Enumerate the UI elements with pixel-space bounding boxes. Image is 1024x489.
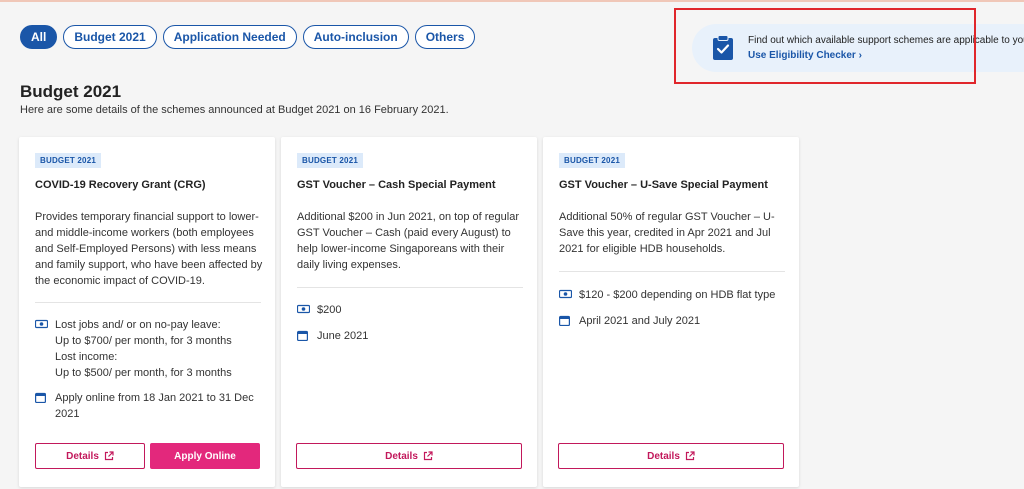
details-button[interactable]: Details bbox=[35, 443, 145, 469]
calendar-icon bbox=[559, 313, 579, 331]
details-label: Details bbox=[647, 450, 680, 462]
card-description: Additional 50% of regular GST Voucher – … bbox=[559, 211, 775, 255]
eligibility-text: Find out which available support schemes… bbox=[748, 35, 1024, 46]
scheme-card-crg: BUDGET 2021 COVID-19 Recovery Grant (CRG… bbox=[19, 137, 275, 487]
date-row: April 2021 and July 2021 bbox=[559, 313, 700, 331]
top-rule bbox=[0, 0, 1024, 2]
card-description: Additional $200 in Jun 2021, on top of r… bbox=[297, 211, 519, 271]
details-button[interactable]: Details bbox=[558, 443, 784, 469]
scheme-card-gst-cash: BUDGET 2021 GST Voucher – Cash Special P… bbox=[281, 137, 537, 487]
divider bbox=[559, 271, 785, 272]
amount-row: $120 - $200 depending on HDB flat type bbox=[558, 287, 776, 305]
card-title: GST Voucher – U-Save Special Payment bbox=[559, 179, 768, 191]
filter-application-needed[interactable]: Application Needed bbox=[162, 25, 297, 49]
filter-bar: All Budget 2021 Application Needed Auto-… bbox=[20, 25, 476, 49]
budget-badge: BUDGET 2021 bbox=[297, 153, 363, 168]
amount-row: Lost jobs and/ or on no-pay leave: Up to… bbox=[34, 317, 232, 381]
money-hand-icon bbox=[558, 287, 579, 305]
calendar-icon bbox=[297, 328, 317, 346]
filter-budget-2021[interactable]: Budget 2021 bbox=[63, 25, 157, 49]
calendar-icon bbox=[35, 390, 55, 422]
scheme-card-gst-usave: BUDGET 2021 GST Voucher – U-Save Special… bbox=[543, 137, 799, 487]
external-link-icon bbox=[423, 451, 433, 461]
amount-line: $120 - $200 depending on HDB flat type bbox=[579, 289, 776, 301]
eligibility-checker-link[interactable]: Use Eligibility Checker › bbox=[748, 48, 1024, 63]
divider bbox=[297, 287, 523, 288]
date-line: 2021 bbox=[55, 408, 80, 420]
budget-badge: BUDGET 2021 bbox=[559, 153, 625, 168]
money-hand-icon bbox=[34, 317, 55, 381]
date-line: June 2021 bbox=[317, 330, 369, 342]
money-hand-icon bbox=[296, 302, 317, 320]
amount-line: Lost jobs and/ or on no-pay leave: bbox=[55, 319, 221, 331]
budget-badge: BUDGET 2021 bbox=[35, 153, 101, 168]
clipboard-check-icon bbox=[713, 35, 733, 60]
card-description: Provides temporary financial support to … bbox=[35, 211, 263, 287]
date-row: June 2021 bbox=[297, 328, 368, 346]
eligibility-banner: Find out which available support schemes… bbox=[692, 24, 1024, 72]
details-button[interactable]: Details bbox=[296, 443, 522, 469]
card-title: GST Voucher – Cash Special Payment bbox=[297, 179, 496, 191]
amount-line: Lost income: bbox=[55, 351, 118, 363]
amount-line: $200 bbox=[317, 304, 342, 316]
divider bbox=[35, 302, 261, 303]
details-label: Details bbox=[385, 450, 418, 462]
section-subtitle: Here are some details of the schemes ann… bbox=[20, 104, 449, 116]
apply-online-button[interactable]: Apply Online bbox=[150, 443, 260, 469]
filter-auto-inclusion[interactable]: Auto-inclusion bbox=[302, 25, 409, 49]
amount-row: $200 bbox=[296, 302, 342, 320]
filter-others[interactable]: Others bbox=[414, 25, 476, 49]
details-label: Details bbox=[66, 450, 99, 462]
filter-all[interactable]: All bbox=[20, 25, 58, 49]
date-line: April 2021 and July 2021 bbox=[579, 315, 701, 327]
date-line: Apply online from 18 Jan 2021 to 31 Dec bbox=[55, 392, 254, 404]
external-link-icon bbox=[685, 451, 695, 461]
section-title: Budget 2021 bbox=[20, 82, 122, 101]
amount-line: Up to $500/ per month, for 3 months bbox=[55, 367, 232, 379]
external-link-icon bbox=[104, 451, 114, 461]
amount-line: Up to $700/ per month, for 3 months bbox=[55, 335, 232, 347]
date-row: Apply online from 18 Jan 2021 to 31 Dec … bbox=[35, 390, 254, 422]
card-title: COVID-19 Recovery Grant (CRG) bbox=[35, 179, 206, 191]
